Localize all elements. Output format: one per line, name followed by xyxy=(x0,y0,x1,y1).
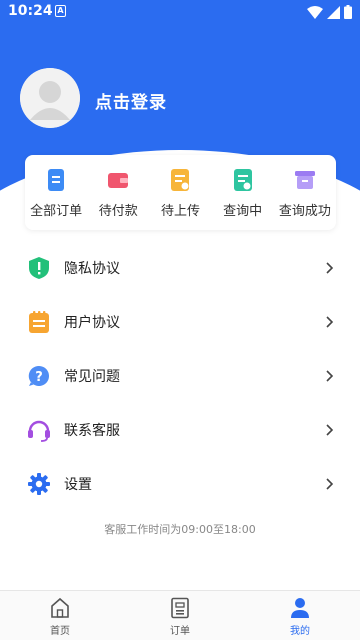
wallet-icon xyxy=(108,173,129,188)
tab-orders-label: 订单 xyxy=(170,626,190,637)
order-all-label: 全部订单 xyxy=(30,204,83,219)
orders-card: 全部订单 待付款 待上传 查询中 查询成功 xyxy=(25,155,336,230)
tab-mine[interactable]: 我的 xyxy=(240,591,360,640)
svg-text:?: ? xyxy=(35,370,43,385)
order-success-label: 查询成功 xyxy=(278,204,331,219)
order-pending-payment-button[interactable]: 待付款 xyxy=(88,168,148,219)
profile-screen: 10:24 A 点击登录 全部订单 待付款 待上传 查询中 查询成功 隐私协议 … xyxy=(0,0,360,640)
tab-mine-label: 我的 xyxy=(290,626,310,637)
archive-box-icon xyxy=(294,171,315,189)
menu-item-user-agreement[interactable]: 用户协议 xyxy=(0,295,360,349)
order-pending-payment-label: 待付款 xyxy=(98,204,138,219)
notepad-icon xyxy=(29,311,49,333)
status-time: 10:24 xyxy=(8,3,53,19)
order-success-button[interactable]: 查询成功 xyxy=(275,168,335,219)
wifi-icon xyxy=(307,5,323,19)
upload-doc-icon xyxy=(171,169,190,191)
order-icon xyxy=(171,597,189,619)
menu-item-faq[interactable]: ? 常见问题 xyxy=(0,349,360,403)
menu-label-user-agreement: 用户协议 xyxy=(64,315,120,331)
chevron-right-icon xyxy=(326,370,334,382)
avatar[interactable] xyxy=(20,68,80,128)
menu-item-settings[interactable]: 设置 xyxy=(0,457,360,511)
tab-home[interactable]: 首页 xyxy=(0,591,120,640)
chevron-right-icon xyxy=(326,262,334,274)
chevron-right-icon xyxy=(326,316,334,328)
user-icon xyxy=(291,598,309,618)
default-avatar-icon xyxy=(20,68,80,128)
shield-icon xyxy=(29,257,49,279)
status-bar: 10:24 A xyxy=(0,0,360,24)
menu-list: 隐私协议 用户协议 ? 常见问题 联系客服 设置 xyxy=(0,241,360,511)
menu-label-privacy: 隐私协议 xyxy=(64,261,120,277)
gear-icon xyxy=(28,473,50,495)
help-circle-icon: ? xyxy=(28,365,49,386)
bottom-tab-bar: 首页 订单 我的 xyxy=(0,590,360,640)
order-pending-upload-button[interactable]: 待上传 xyxy=(150,168,210,219)
battery-icon xyxy=(344,5,352,19)
chevron-right-icon xyxy=(326,424,334,436)
headset-icon xyxy=(28,420,50,442)
menu-label-settings: 设置 xyxy=(64,477,92,493)
signal-icon xyxy=(327,5,340,19)
order-all-button[interactable]: 全部订单 xyxy=(26,168,86,219)
tab-home-label: 首页 xyxy=(50,626,70,637)
service-hours-text: 客服工作时间为09:00至18:00 xyxy=(104,523,256,536)
order-querying-button[interactable]: 查询中 xyxy=(213,168,273,219)
chevron-right-icon xyxy=(326,478,334,490)
menu-label-contact-service: 联系客服 xyxy=(64,423,120,439)
home-icon xyxy=(51,597,69,618)
notification-icon: A xyxy=(55,5,66,17)
tab-orders[interactable]: 订单 xyxy=(120,591,240,640)
status-icons xyxy=(307,5,352,19)
menu-item-contact-service[interactable]: 联系客服 xyxy=(0,403,360,457)
login-link[interactable]: 点击登录 xyxy=(95,88,167,113)
all-orders-icon xyxy=(48,169,65,191)
searching-doc-icon xyxy=(233,169,252,191)
menu-item-privacy[interactable]: 隐私协议 xyxy=(0,241,360,295)
order-querying-label: 查询中 xyxy=(223,204,263,219)
order-pending-upload-label: 待上传 xyxy=(160,204,200,219)
menu-label-faq: 常见问题 xyxy=(64,369,120,385)
